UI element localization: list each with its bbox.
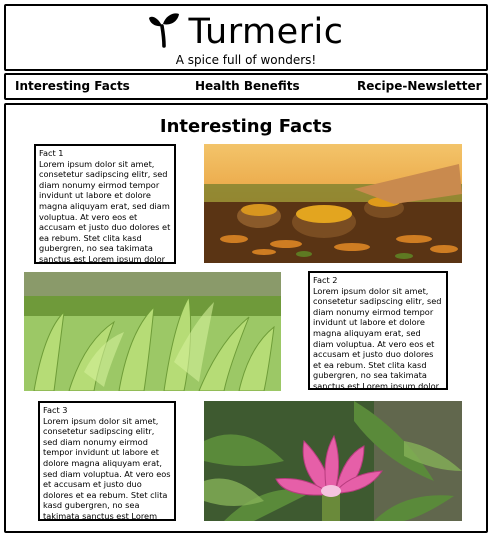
site-header: Turmeric A spice full of wonders!: [4, 4, 488, 71]
turmeric-field-image: [24, 272, 281, 391]
site-tagline: A spice full of wonders!: [175, 53, 317, 67]
turmeric-spices-image: [204, 144, 462, 263]
facts-section: Interesting Facts Fact 1 Lorem ipsum dol…: [4, 103, 488, 533]
nav-link-interesting-facts[interactable]: Interesting Facts: [15, 79, 130, 93]
site-title: Turmeric: [188, 12, 344, 52]
logo[interactable]: Turmeric: [6, 12, 486, 52]
nav-link-health-benefits[interactable]: Health Benefits: [195, 79, 300, 93]
section-title: Interesting Facts: [159, 116, 333, 137]
fact-card: Fact 1 Lorem ipsum dolor sit amet, conse…: [34, 144, 176, 264]
fact-card: Fact 3 Lorem ipsum dolor sit amet, conse…: [38, 401, 176, 521]
fact-text: Lorem ipsum dolor sit amet, consetetur s…: [313, 285, 442, 390]
sprout-icon: [148, 12, 180, 52]
fact-text: Lorem ipsum dolor sit amet, consetetur s…: [39, 158, 171, 264]
turmeric-flower-image: [204, 401, 462, 521]
fact-card: Fact 2 Lorem ipsum dolor sit amet, conse…: [308, 271, 448, 390]
nav-link-recipe-newsletter[interactable]: Recipe-Newsletter: [357, 79, 482, 93]
main-nav: Interesting Facts Health Benefits Recipe…: [4, 73, 488, 100]
fact-title: Fact 1: [39, 148, 64, 158]
fact-text: Lorem ipsum dolor sit amet, consetetur s…: [43, 415, 171, 521]
fact-title: Fact 2: [313, 275, 338, 285]
fact-title: Fact 3: [43, 405, 68, 415]
